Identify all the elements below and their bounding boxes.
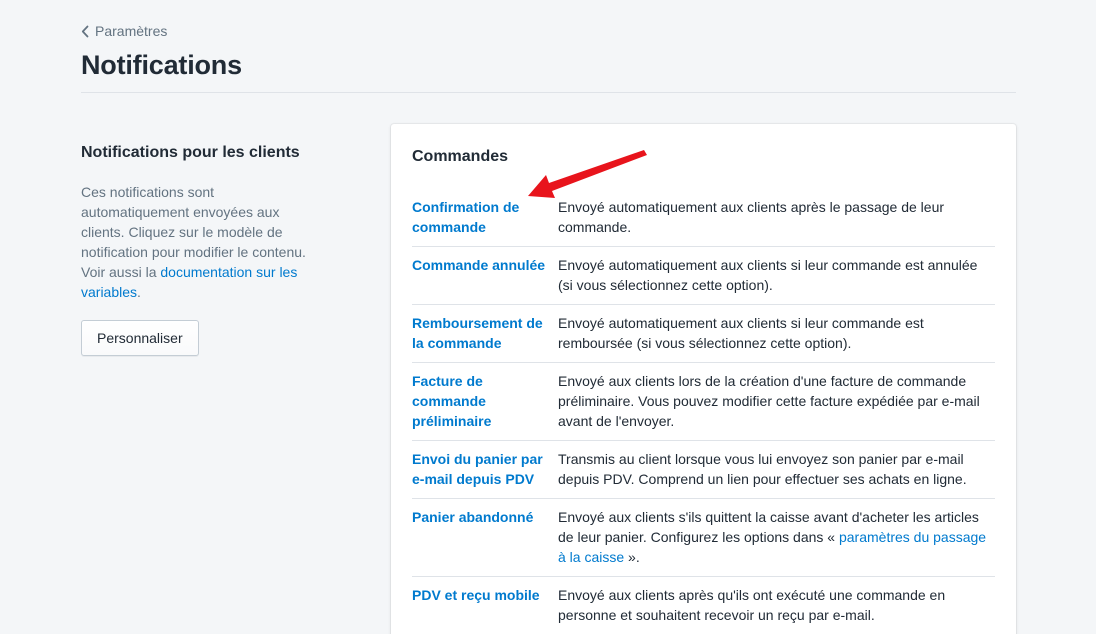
notification-row: Envoi du panier par e-mail depuis PDV Tr… (412, 449, 995, 499)
breadcrumb-label[interactable]: Paramètres (95, 23, 167, 39)
notification-row: Panier abandonné Envoyé aux clients s'il… (412, 507, 995, 577)
notification-link-order-cancelled[interactable]: Commande annulée (412, 255, 558, 295)
notification-description: Envoyé aux clients lors de la création d… (558, 373, 980, 429)
notification-description: Envoyé aux clients s'ils quittent la cai… (558, 509, 987, 565)
notification-link-order-confirmation[interactable]: Confirmation de commande (412, 197, 558, 237)
section-heading: Notifications pour les clients (81, 144, 300, 161)
notification-link-pos-email-cart[interactable]: Envoi du panier par e-mail depuis PDV (412, 449, 558, 489)
notification-row: Remboursement de la commande Envoyé auto… (412, 313, 995, 363)
notification-link-abandoned-cart[interactable]: Panier abandonné (412, 507, 558, 567)
breadcrumb[interactable]: Paramètres (81, 23, 167, 39)
customers-section-info: Notifications pour les clients Ces notif… (81, 144, 321, 356)
notification-row: Confirmation de commande Envoyé automati… (412, 197, 995, 247)
orders-card: Commandes Confirmation de commande Envoy… (391, 124, 1016, 634)
section-description: Ces notifications sont automatiquement e… (81, 184, 306, 300)
notification-description: Transmis au client lorsque vous lui envo… (558, 451, 967, 487)
page-title: Notifications (81, 50, 242, 80)
customize-button[interactable]: Personnaliser (81, 320, 199, 356)
chevron-left-icon (81, 25, 89, 38)
notification-row: PDV et reçu mobile Envoyé aux clients ap… (412, 585, 995, 634)
notification-description: Envoyé automatiquement aux clients si le… (558, 257, 978, 293)
notification-description: Envoyé automatiquement aux clients après… (558, 199, 945, 235)
notification-list: Confirmation de commande Envoyé automati… (412, 197, 995, 634)
notification-link-pos-mobile-receipt[interactable]: PDV et reçu mobile (412, 585, 558, 625)
notification-row: Commande annulée Envoyé automatiquement … (412, 255, 995, 305)
card-heading: Commandes (412, 148, 509, 165)
notification-row: Facture de commande préliminaire Envoyé … (412, 371, 995, 441)
header-divider (81, 92, 1016, 93)
notification-link-draft-invoice[interactable]: Facture de commande préliminaire (412, 371, 558, 431)
notification-link-order-refund[interactable]: Remboursement de la commande (412, 313, 558, 353)
notification-description: Envoyé automatiquement aux clients si le… (558, 315, 924, 351)
notification-description: Envoyé aux clients après qu'ils ont exéc… (558, 587, 946, 623)
